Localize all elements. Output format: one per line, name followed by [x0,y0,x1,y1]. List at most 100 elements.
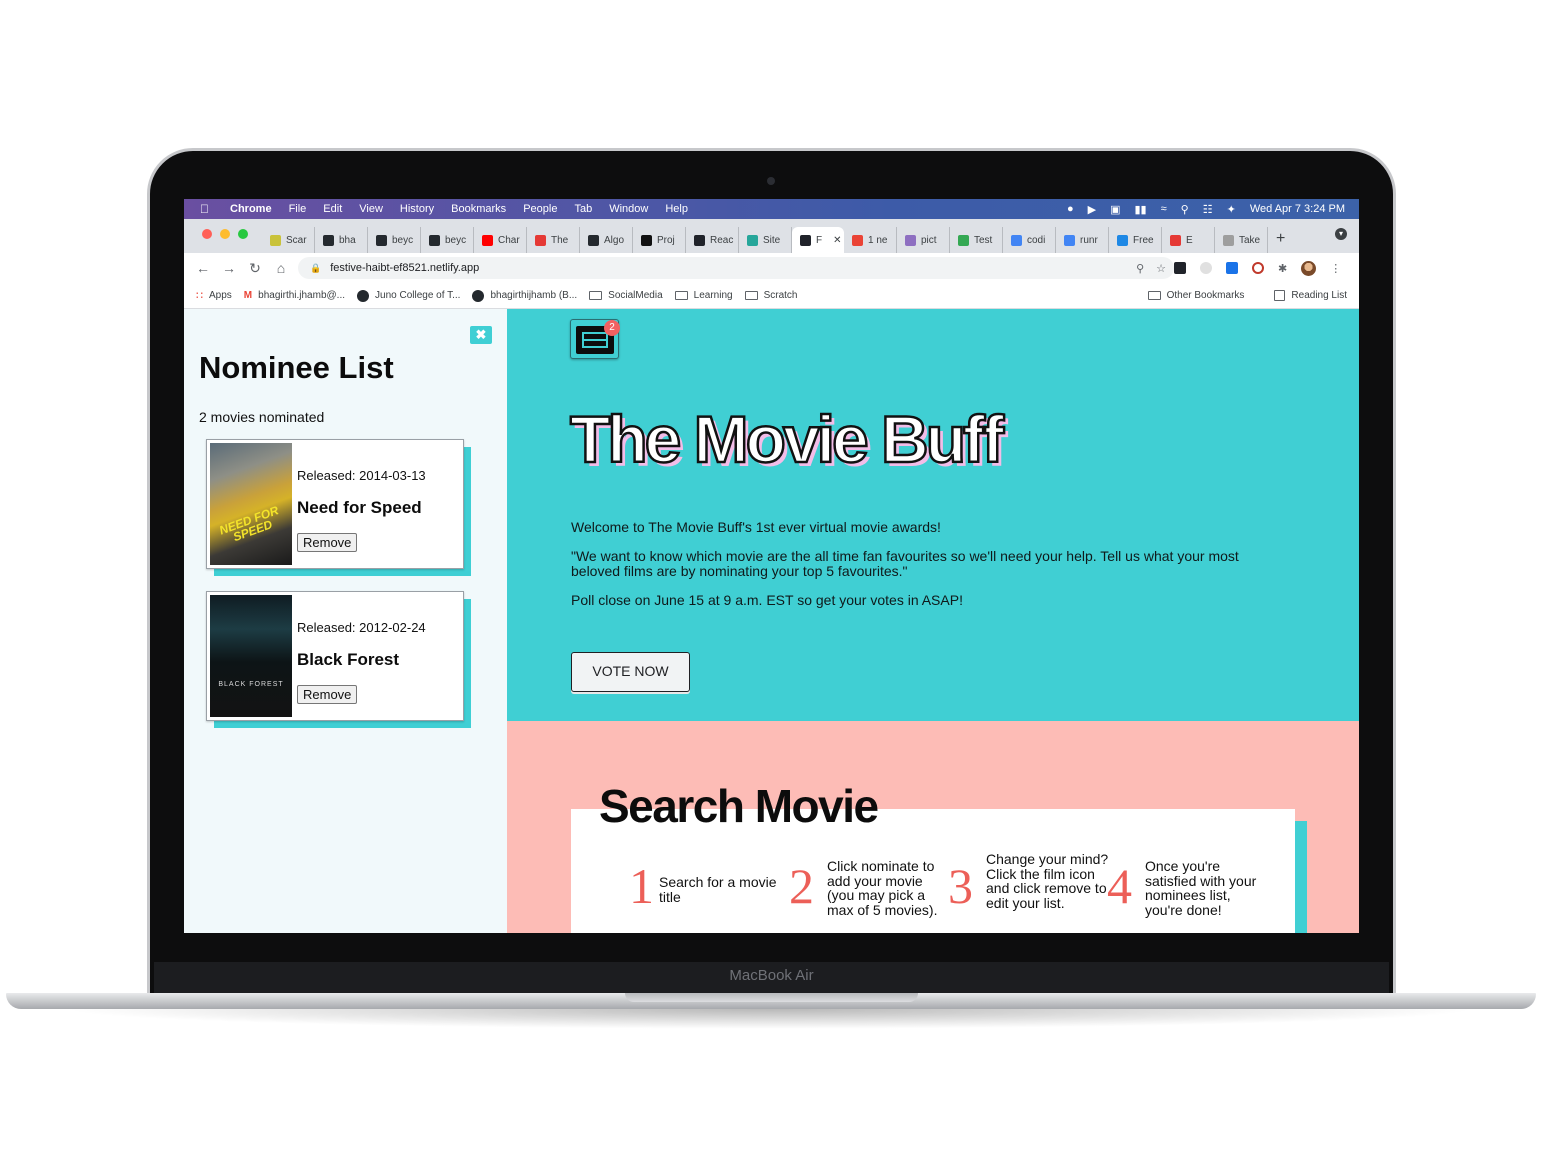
tab-list: Scar bha beyc beyc Char The Algo Proj Reac Site F ✕… [262,227,1268,253]
control-center-icon[interactable]: ☷ [1203,203,1213,216]
minimize-window-button[interactable] [220,229,230,239]
url-text[interactable]: festive-haibt-ef8521.netlify.app [330,262,479,274]
battery-icon[interactable]: ▮▮ [1135,203,1147,216]
extension-icon[interactable] [1200,262,1212,274]
browser-tab[interactable]: Char [474,227,527,253]
web-page: ✖ Nominee List 2 movies nominated NEED F… [184,309,1359,933]
kebab-menu-icon[interactable]: ⋮ [1330,262,1341,275]
tab-search-icon[interactable]: ▾ [1335,228,1347,240]
apple-icon[interactable]:  [200,202,214,216]
browser-tab[interactable]: Take [1215,227,1268,253]
browser-tab[interactable]: beyc [368,227,421,253]
menu-help[interactable]: Help [665,203,688,215]
browser-tab[interactable]: Free [1109,227,1162,253]
address-bar[interactable]: 🔒 festive-haibt-ef8521.netlify.app ⚲ ☆ [298,257,1174,279]
wifi-icon[interactable]: ≈ [1161,203,1167,215]
tab-strip: Scar bha beyc beyc Char The Algo Proj Reac Site F ✕… [184,219,1359,253]
browser-tab[interactable]: Proj [633,227,686,253]
tab-label: pict [921,234,937,246]
menu-history[interactable]: History [400,203,434,215]
tab-favicon-icon [1011,234,1022,246]
tab-label: Proj [657,234,675,246]
film-icon-button[interactable]: 2 [570,319,620,359]
menu-file[interactable]: File [289,203,307,215]
bookmark-label: bhagirthi.jhamb@... [258,290,346,301]
menu-people[interactable]: People [523,203,557,215]
browser-tab[interactable]: E [1162,227,1215,253]
browser-tab[interactable]: Reac [686,227,739,253]
bookmark-gmail[interactable]: Mbhagirthi.jhamb@... [244,290,345,301]
bookmark-label: Scratch [763,290,798,301]
nominee-sidebar: ✖ Nominee List 2 movies nominated NEED F… [184,309,507,933]
browser-tab[interactable]: The [527,227,580,253]
bookmark-apps[interactable]: ∷ Apps [196,289,232,302]
siri-icon[interactable]: ✦ [1227,203,1236,216]
browser-tab[interactable]: bha [315,227,368,253]
new-tab-button[interactable]: + [1276,227,1285,253]
profile-avatar[interactable] [1301,260,1317,276]
menubar-clock[interactable]: Wed Apr 7 3:24 PM [1250,203,1345,215]
reload-icon[interactable]: ↻ [248,260,262,277]
home-icon[interactable]: ⌂ [274,260,288,276]
bookmark-star-icon[interactable]: ☆ [1156,262,1166,275]
browser-tab[interactable]: Test [950,227,1003,253]
browser-tab[interactable]: 1 ne [844,227,897,253]
lock-icon[interactable]: 🔒 [310,263,321,274]
bookmark-other[interactable]: Other Bookmarks [1147,290,1245,301]
react-devtools-icon[interactable] [1174,262,1186,274]
menu-view[interactable]: View [359,203,383,215]
menu-edit[interactable]: Edit [323,203,342,215]
step-number: 1 [629,858,654,914]
folder-icon [589,291,603,300]
bookmark-socialmedia[interactable]: SocialMedia [589,290,663,301]
forward-icon[interactable]: → [222,260,236,276]
bookmark-learning[interactable]: Learning [674,290,733,301]
remove-button[interactable]: Remove [297,685,358,704]
menu-tab[interactable]: Tab [574,203,592,215]
macos-menubar:  Chrome File Edit View History Bookmark… [184,199,1359,219]
bookmark-reading-list[interactable]: Reading List [1274,290,1347,301]
menu-app-name[interactable]: Chrome [230,203,272,215]
bookmark-github-profile[interactable]: bhagirthijhamb (B... [472,289,577,302]
close-tab-icon[interactable]: ✕ [833,235,841,246]
creative-cloud-icon[interactable]: ● [1067,203,1074,215]
play-icon[interactable]: ▶ [1088,203,1096,216]
tab-label: Free [1133,234,1154,246]
movie-title: Need for Speed [297,498,422,517]
display-icon[interactable]: ▣ [1110,203,1120,216]
close-window-button[interactable] [202,229,212,239]
browser-tab[interactable]: codi [1003,227,1056,253]
back-icon[interactable]: ← [196,260,210,276]
browser-tab[interactable]: Algo [580,227,633,253]
spotlight-icon[interactable]: ⚲ [1181,203,1189,216]
pomodoro-icon[interactable] [1252,262,1264,274]
puzzle-icon[interactable]: ✱ [1278,262,1287,275]
menu-window[interactable]: Window [609,203,648,215]
browser-tab[interactable]: Site [739,227,792,253]
browser-tab[interactable]: pict [897,227,950,253]
close-sidebar-button[interactable]: ✖ [470,326,492,344]
bookmark-label: Other Bookmarks [1166,290,1245,301]
zoom-icon[interactable]: ⚲ [1136,262,1144,275]
tab-label: bha [339,234,356,246]
bookmark-scratch[interactable]: Scratch [744,290,798,301]
browser-tab[interactable]: Scar [262,227,315,253]
browser-toolbar: ← → ↻ ⌂ 🔒 festive-haibt-ef8521.netlify.a… [184,253,1359,283]
remove-button[interactable]: Remove [297,533,358,552]
github-icon [357,289,370,302]
browser-tab[interactable]: beyc [421,227,474,253]
nominee-list-title: Nominee List [199,350,394,385]
tab-favicon-icon [482,234,493,246]
screen-recorder-icon[interactable] [1226,262,1238,274]
camera-dot [767,177,775,185]
folder-icon [744,291,758,300]
tab-label: 1 ne [868,234,888,246]
extensions-bar: ✱ ⋮ [1174,253,1341,283]
menu-bookmarks[interactable]: Bookmarks [451,203,506,215]
poster-title-text: BLACK FOREST [218,681,284,688]
browser-tab[interactable]: F ✕ [792,227,844,253]
vote-now-button[interactable]: VOTE NOW [571,652,690,692]
zoom-window-button[interactable] [238,229,248,239]
browser-tab[interactable]: runr [1056,227,1109,253]
bookmark-juno[interactable]: Juno College of T... [357,289,460,302]
